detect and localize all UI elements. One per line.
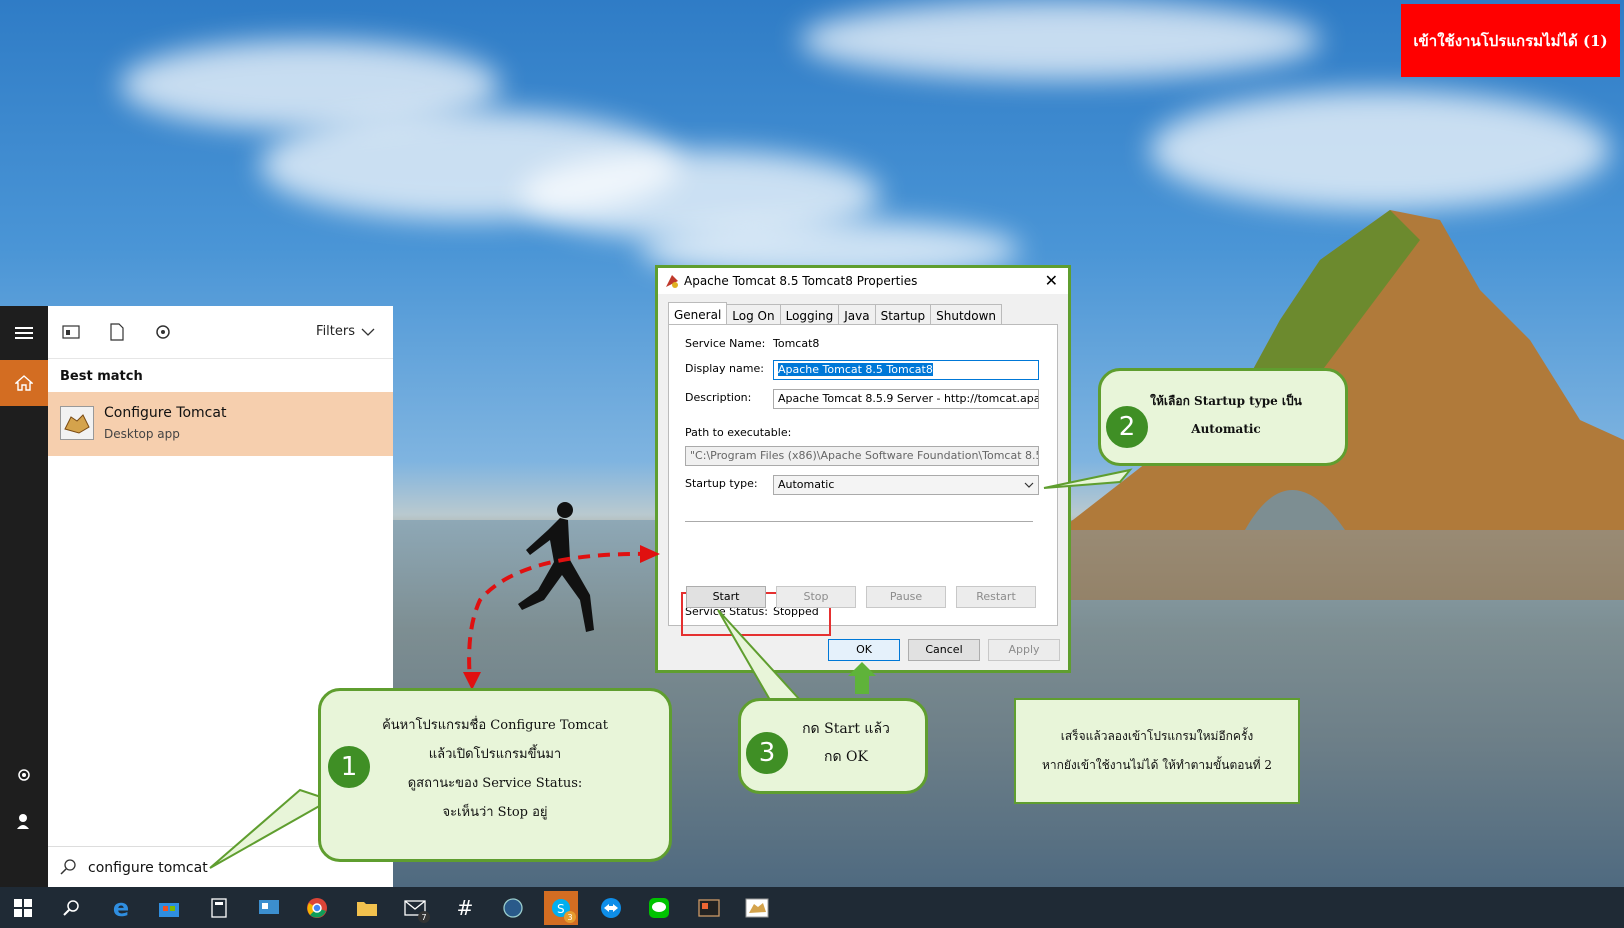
file-explorer-icon[interactable] <box>350 891 384 925</box>
skype-icon[interactable]: S3 <box>544 891 578 925</box>
step1-line-2: แล้วเปิดโปรแกรมขึ้นมา <box>428 747 562 762</box>
callout-2-pointer <box>1043 468 1133 489</box>
callout-1-pointer <box>209 788 333 869</box>
note-line-2: หากยังเข้าใช้งานไม่ได้ ให้ทำตามขั้นตอนที… <box>1041 758 1273 772</box>
store-icon[interactable] <box>152 891 186 925</box>
tomcat-icon[interactable] <box>740 891 774 925</box>
remote-desktop-icon[interactable] <box>252 891 286 925</box>
step1-line-3: ดูสถานะของ Service Status: <box>407 776 583 791</box>
search-icon[interactable] <box>54 891 88 925</box>
callout-step-1: ค้นหาโปรแกรมชื่อ Configure Tomcat แล้วเป… <box>318 688 672 862</box>
step3-line-1: กด Start แล้ว <box>802 721 890 737</box>
skype-badge: 3 <box>564 911 576 923</box>
callout-3-pointer <box>717 609 803 701</box>
step-1-badge: 1 <box>326 744 372 790</box>
step-2-badge: 2 <box>1104 404 1150 450</box>
step3-line-2: กด OK <box>824 749 868 765</box>
retry-note: เสร็จแล้วลองเข้าโปรแกรมใหม่อีกครั้ง หากย… <box>1014 698 1300 804</box>
windows-start-icon[interactable] <box>6 891 40 925</box>
taskbar: e 7 # S3 <box>0 887 1624 928</box>
step2-line-2: Automatic <box>1191 422 1261 436</box>
globe-app-icon[interactable] <box>496 891 530 925</box>
edge-icon[interactable]: e <box>104 891 138 925</box>
mail-icon[interactable]: 7 <box>398 891 432 925</box>
slack-icon[interactable]: # <box>448 891 482 925</box>
arrow-head-right-icon <box>640 545 660 563</box>
teamviewer-icon[interactable] <box>594 891 628 925</box>
line-icon[interactable] <box>642 891 676 925</box>
note-line-1: เสร็จแล้วลองเข้าโปรแกรมใหม่อีกครั้ง <box>1060 729 1254 743</box>
dashed-arrow-to-status <box>467 551 651 681</box>
chrome-icon[interactable] <box>300 891 334 925</box>
ok-arrow-icon <box>848 662 876 676</box>
step-3-badge: 3 <box>744 730 790 776</box>
calculator-icon[interactable] <box>202 891 236 925</box>
step1-line-4: จะเห็นว่า Stop อยู่ <box>442 805 548 820</box>
mail-badge: 7 <box>418 911 430 923</box>
step1-line-1: ค้นหาโปรแกรมชื่อ Configure Tomcat <box>382 718 608 733</box>
media-app-icon[interactable] <box>692 891 726 925</box>
step2-line-1: ให้เลือก Startup type เป็น <box>1150 394 1302 408</box>
